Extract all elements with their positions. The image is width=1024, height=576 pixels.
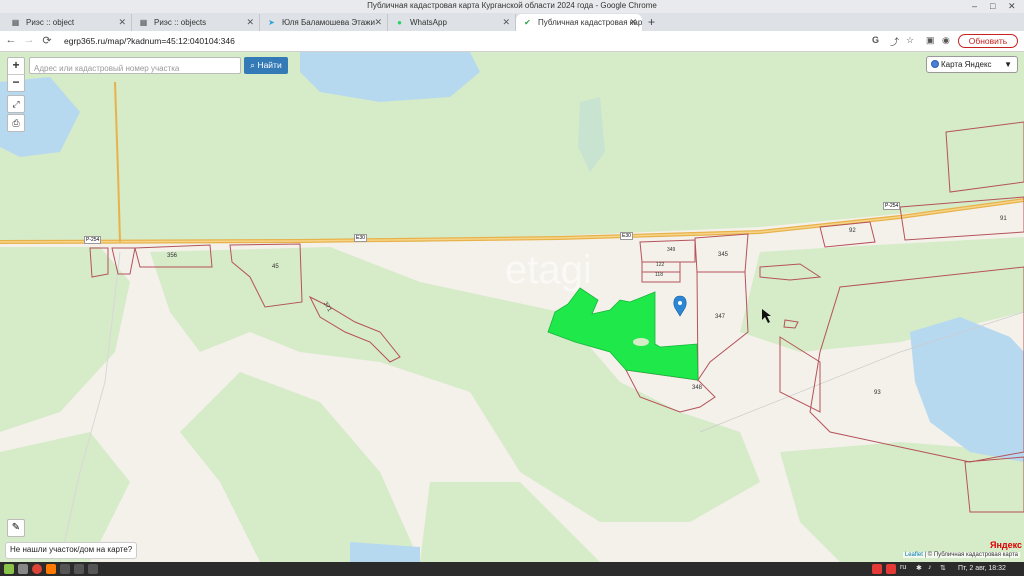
app-icon[interactable] xyxy=(60,564,70,574)
app-icon[interactable] xyxy=(46,564,56,574)
find-button-label: Найти xyxy=(257,60,282,70)
back-arrow-icon[interactable]: ← xyxy=(4,34,18,46)
parcel-label[interactable]: 349 xyxy=(667,247,675,253)
printer-icon: ⎙ xyxy=(12,118,20,128)
app-icon[interactable] xyxy=(88,564,98,574)
parcel-label[interactable]: 45 xyxy=(272,264,279,270)
anydesk-icon[interactable] xyxy=(872,564,882,574)
maximize-icon[interactable]: □ xyxy=(990,1,995,11)
radio-icon xyxy=(931,60,939,68)
watermark: etagi xyxy=(505,248,592,292)
tab-3[interactable]: ● WhatsApp ✕ xyxy=(388,14,516,31)
app-icon[interactable] xyxy=(74,564,84,574)
minimize-icon[interactable]: – xyxy=(972,1,977,11)
parcel-label[interactable]: 91 xyxy=(1000,216,1007,222)
window-title: Публичная кадастровая карта Курганской о… xyxy=(367,1,657,10)
taskbar: ru ✱ ♪ ⇅ Пт, 2 авг, 18:32 xyxy=(0,562,1024,576)
road-label: Е30 xyxy=(354,234,367,242)
layer-select[interactable]: Карта Яндекс ▼ xyxy=(926,56,1018,73)
tab-2[interactable]: ➤ Юля Баламошева Этажи ✕ xyxy=(260,14,388,31)
tab-label: Публичная кадастровая карт xyxy=(538,18,642,27)
browser-toolbar: ← → ⟳ egrp365.ru/map/?kadnum=45:12:04010… xyxy=(0,31,1024,52)
fullscreen-button[interactable]: ⤢ xyxy=(7,95,25,113)
search-box xyxy=(29,57,241,77)
zoom-in-button[interactable]: + xyxy=(8,58,24,75)
yandex-logo[interactable]: Яндекс xyxy=(990,540,1022,550)
road-label: Е30 xyxy=(620,232,633,240)
update-button[interactable]: Обновить xyxy=(958,34,1018,48)
map-attribution: Leaflet | © Публичная кадастровая карта xyxy=(902,552,1020,558)
clock: Пт, 2 авг, 18:32 xyxy=(958,565,1006,572)
share-icon[interactable]: ⤴ xyxy=(890,35,899,48)
profile-icon[interactable]: ◉ xyxy=(942,35,950,46)
tab-label: Риэс :: objects xyxy=(154,18,207,27)
forward-arrow-icon[interactable]: → xyxy=(22,34,36,46)
bluetooth-icon[interactable]: ✱ xyxy=(916,564,922,572)
layer-select-label: Карта Яндекс xyxy=(941,60,992,69)
files-icon[interactable] xyxy=(18,564,28,574)
google-icon[interactable]: G xyxy=(872,35,879,45)
zoom-control: + − xyxy=(7,57,25,92)
attribution-text: | © Публичная кадастровая карта xyxy=(924,552,1018,558)
url-text: egrp365.ru/map/?kadnum=45:12:040104:346 xyxy=(64,36,235,46)
ruler-button[interactable]: ✎ xyxy=(7,519,25,537)
tab-label: Юля Баламошева Этажи xyxy=(282,18,376,27)
chrome-icon[interactable] xyxy=(32,564,42,574)
parcel-label[interactable]: 118 xyxy=(655,272,663,278)
telegram-icon: ➤ xyxy=(268,18,275,27)
not-found-link[interactable]: Не нашли участок/дом на карте? xyxy=(5,542,138,559)
new-tab-icon[interactable]: + xyxy=(648,15,655,29)
tab-label: WhatsApp xyxy=(410,18,447,27)
address-bar[interactable]: egrp365.ru/map/?kadnum=45:12:040104:346 xyxy=(58,34,868,49)
tab-4-active[interactable]: ✔ Публичная кадастровая карт ✕ xyxy=(516,14,642,31)
sidepanel-icon[interactable]: ▣ xyxy=(926,35,935,46)
star-icon[interactable]: ☆ xyxy=(906,35,914,46)
expand-icon: ⤢ xyxy=(12,99,20,109)
parcel-label[interactable]: 92 xyxy=(849,228,856,234)
ruler-icon: ✎ xyxy=(11,522,21,533)
checkmark-icon: ✔ xyxy=(524,18,531,27)
parcel-label[interactable]: 93 xyxy=(874,390,881,396)
parcel-label[interactable]: 356 xyxy=(167,253,177,259)
grid-icon: ▦ xyxy=(139,18,148,27)
tab-close-icon[interactable]: ✕ xyxy=(118,17,126,28)
whatsapp-icon: ● xyxy=(397,18,402,27)
road-label: Р-254 xyxy=(84,236,102,244)
search-input[interactable] xyxy=(30,60,238,77)
lang-indicator[interactable]: ru xyxy=(900,564,906,571)
window-titlebar: Публичная кадастровая карта Курганской о… xyxy=(0,0,1024,13)
close-window-icon[interactable]: ✕ xyxy=(1008,1,1016,12)
zoom-out-button[interactable]: − xyxy=(8,75,24,91)
find-button[interactable]: ⌕ Найти xyxy=(244,57,288,74)
search-icon: ⌕ xyxy=(250,60,256,70)
map-canvas[interactable]: Р-254 Е30 Е30 Р-254 356 45 371 349 345 1… xyxy=(0,52,1024,562)
parcel-label[interactable]: 122 xyxy=(656,262,664,268)
chevron-down-icon: ▼ xyxy=(1004,60,1012,69)
road-label: Р-254 xyxy=(883,202,901,210)
map-svg xyxy=(0,52,1024,562)
volume-icon[interactable]: ♪ xyxy=(928,564,932,571)
tab-close-icon[interactable]: ✕ xyxy=(246,17,254,28)
tab-strip: ▦ Риэс :: object ✕ ▦ Риэс :: objects ✕ ➤… xyxy=(0,13,1024,31)
leaflet-link[interactable]: Leaflet xyxy=(905,552,923,558)
parcel-label[interactable]: 345 xyxy=(718,252,728,258)
yandex-disk-icon[interactable] xyxy=(886,564,896,574)
print-button[interactable]: ⎙ xyxy=(7,114,25,132)
reload-icon[interactable]: ⟳ xyxy=(40,34,54,47)
tab-close-icon[interactable]: ✕ xyxy=(502,17,510,28)
parcel-label[interactable]: 348 xyxy=(692,385,702,391)
tab-label: Риэс :: object xyxy=(26,18,75,27)
start-menu-icon[interactable] xyxy=(4,564,14,574)
network-icon[interactable]: ⇅ xyxy=(940,564,946,572)
tab-close-icon[interactable]: ✕ xyxy=(374,17,382,28)
parcel-label[interactable]: 347 xyxy=(715,314,725,320)
tab-0[interactable]: ▦ Риэс :: object ✕ xyxy=(4,14,132,31)
tab-1[interactable]: ▦ Риэс :: objects ✕ xyxy=(132,14,260,31)
tab-close-icon[interactable]: ✕ xyxy=(629,17,637,28)
grid-icon: ▦ xyxy=(11,18,20,27)
